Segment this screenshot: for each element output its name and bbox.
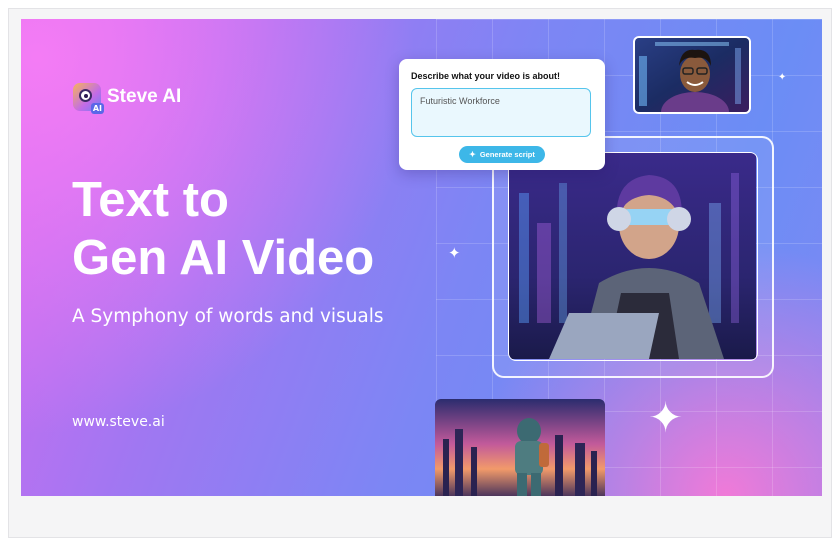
- smiling-man-photo: [633, 36, 751, 114]
- sparkle-icon: ✦: [648, 393, 684, 442]
- steve-ai-logo-icon: AI: [73, 83, 104, 114]
- sparkle-wand-icon: ✦: [469, 150, 476, 159]
- hero-title-line2: Gen AI Video: [72, 231, 375, 285]
- sparkle-icon: ✦: [448, 244, 461, 262]
- hero-subtitle: A Symphony of words and visuals: [72, 306, 384, 327]
- generate-script-label: Generate script: [479, 150, 535, 159]
- hero-title-line1: Text to: [72, 173, 229, 227]
- vr-headset-woman-laptop-photo: [508, 152, 758, 361]
- generate-script-button[interactable]: ✦ Generate script: [459, 146, 545, 163]
- brand-name: Steve AI: [107, 86, 182, 107]
- logo-ai-badge: AI: [90, 103, 104, 114]
- astronaut-city-photo: [435, 399, 605, 496]
- prompt-panel-title: Describe what your video is about!: [411, 71, 561, 81]
- brand-logo[interactable]: AI Steve AI: [73, 83, 182, 114]
- video-topic-input[interactable]: Futuristic Workforce: [411, 88, 591, 137]
- hero-title: Text to Gen AI Video: [72, 171, 374, 287]
- website-link[interactable]: www.steve.ai: [72, 414, 165, 430]
- video-prompt-panel: Describe what your video is about! Futur…: [399, 59, 605, 170]
- sparkle-icon: ✦: [778, 72, 787, 83]
- hero-banner: AI Steve AI Text to Gen AI Video A Symph…: [21, 19, 822, 496]
